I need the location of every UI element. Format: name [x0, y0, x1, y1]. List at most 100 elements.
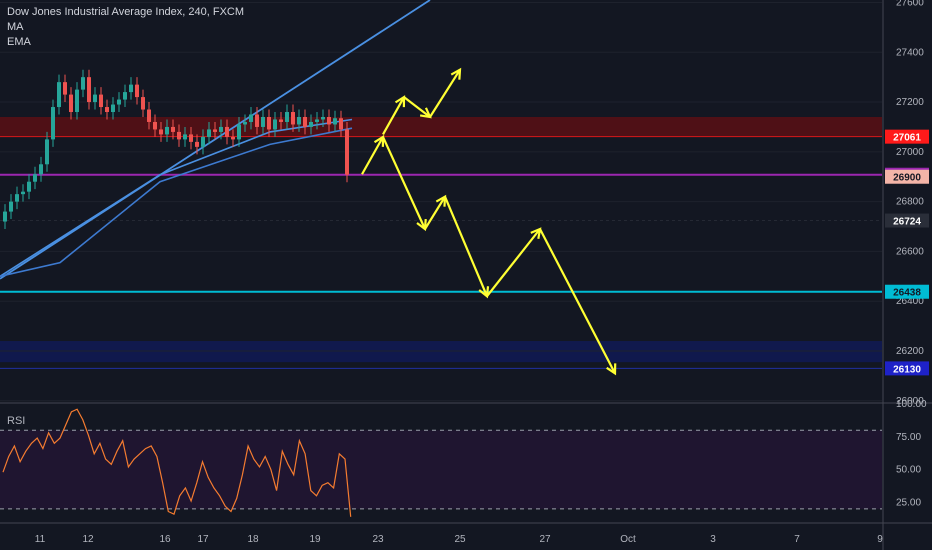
ema-indicator-label[interactable]: EMA: [7, 35, 244, 50]
candle-body: [177, 131, 181, 140]
time-tick-label: Oct: [620, 534, 636, 545]
candle-body: [69, 94, 73, 113]
zone-band-1: [0, 341, 882, 363]
candle-body: [117, 99, 121, 105]
rsi-tick-label: 50.00: [896, 465, 921, 476]
price-tick-label: 27200: [896, 97, 924, 108]
candle-body: [99, 94, 103, 108]
candle-body: [315, 119, 319, 122]
price-badge-label: 26724: [893, 217, 921, 228]
candle-body: [285, 112, 289, 122]
ma-indicator-label[interactable]: MA: [7, 20, 244, 35]
bull-arrow-2: [403, 96, 431, 118]
price-tick-label: 27400: [896, 47, 924, 58]
candle-body: [189, 134, 193, 142]
candle-body: [243, 121, 247, 125]
price-badge-label: 26130: [893, 364, 921, 375]
time-tick-label: 27: [539, 534, 551, 545]
price-tick-label: 27000: [896, 147, 924, 158]
time-tick-label: 25: [454, 534, 466, 545]
price-tick-label: 27600: [896, 0, 924, 8]
rsi-pane: 25.00 50.00 75.00 100.00: [0, 399, 927, 517]
rsi-tick-label: 100.00: [896, 399, 927, 410]
candle-body: [57, 82, 61, 108]
candle-body: [339, 118, 343, 130]
chart-legend: Dow Jones Industrial Average Index, 240,…: [7, 5, 244, 50]
rsi-band-fill: [0, 430, 882, 509]
candle-body: [153, 121, 157, 130]
time-tick-label: 9: [877, 534, 883, 545]
candle-body: [45, 139, 49, 165]
time-tick-label: 7: [794, 534, 800, 545]
candle-body: [159, 129, 163, 135]
rsi-tick-label: 25.00: [896, 497, 921, 508]
candle-body: [9, 201, 13, 212]
candle-body: [15, 194, 19, 202]
candle-body: [183, 134, 187, 140]
candle-body: [261, 116, 265, 127]
candle-body: [201, 136, 205, 147]
symbol-title[interactable]: Dow Jones Industrial Average Index, 240,…: [7, 5, 244, 20]
candle-body: [111, 104, 115, 113]
candle-body: [273, 119, 277, 130]
candle-body: [63, 82, 67, 95]
candle-body: [87, 77, 91, 103]
candle-body: [93, 94, 97, 103]
bull-arrow-3: [429, 69, 461, 118]
candle-body: [249, 114, 253, 122]
bear-arrow-4: [486, 228, 541, 297]
candle-body: [27, 181, 31, 192]
time-tick-label: 12: [82, 534, 94, 545]
price-tick-label: 26600: [896, 246, 924, 257]
candle-body: [135, 84, 139, 98]
candle-body: [219, 126, 223, 132]
candle-body: [255, 114, 259, 127]
rsi-tick-label: 75.00: [896, 432, 921, 443]
candle-body: [3, 211, 7, 222]
candle-body: [195, 141, 199, 147]
rsi-indicator-label[interactable]: RSI: [7, 415, 25, 427]
candle-body: [39, 164, 43, 175]
candle-body: [147, 109, 151, 122]
candle-body: [303, 116, 307, 127]
arrow-up-first: [361, 136, 384, 175]
bear-arrow-1: [381, 136, 427, 230]
candle-body: [141, 97, 145, 110]
candle-body: [75, 89, 79, 113]
candle-body: [213, 129, 217, 132]
time-tick-label: 23: [372, 534, 384, 545]
candle-body: [81, 77, 85, 90]
time-tick-label: 11: [35, 534, 46, 545]
candle-body: [231, 136, 235, 140]
price-chart[interactable]: 2600026200264002660026800270002720027400…: [0, 0, 932, 550]
candle-body: [105, 107, 109, 113]
time-tick-label: 3: [710, 534, 716, 545]
ema-line: [0, 127, 353, 278]
candle-body: [123, 92, 127, 100]
candle-body: [33, 174, 37, 182]
candle-body: [165, 126, 169, 135]
candle-body: [321, 116, 325, 120]
price-tick-label: 26200: [896, 346, 924, 357]
candle-body: [21, 191, 25, 195]
candles: [3, 69, 349, 230]
time-axis: 11 12 16 17 18 19 23 25 27 Oct 3 7 9: [35, 534, 883, 545]
bear-arrow-3: [443, 196, 489, 297]
candle-body: [309, 121, 313, 127]
candle-body: [279, 119, 283, 122]
time-tick-label: 19: [309, 534, 321, 545]
time-tick-label: 16: [159, 534, 171, 545]
time-tick-label: 17: [197, 534, 209, 545]
candle-body: [129, 84, 133, 93]
price-badge-label: 26438: [893, 288, 921, 299]
candle-body: [237, 124, 241, 140]
candle-body: [327, 116, 331, 125]
price-tick-label: 26800: [896, 197, 924, 208]
zone-band-0: [0, 116, 882, 137]
candle-body: [225, 126, 229, 137]
price-badge-label: 27061: [893, 133, 921, 144]
price-badge-label: 26900: [893, 173, 921, 184]
candle-body: [207, 129, 211, 137]
candle-body: [333, 118, 337, 125]
candle-body: [51, 107, 55, 140]
